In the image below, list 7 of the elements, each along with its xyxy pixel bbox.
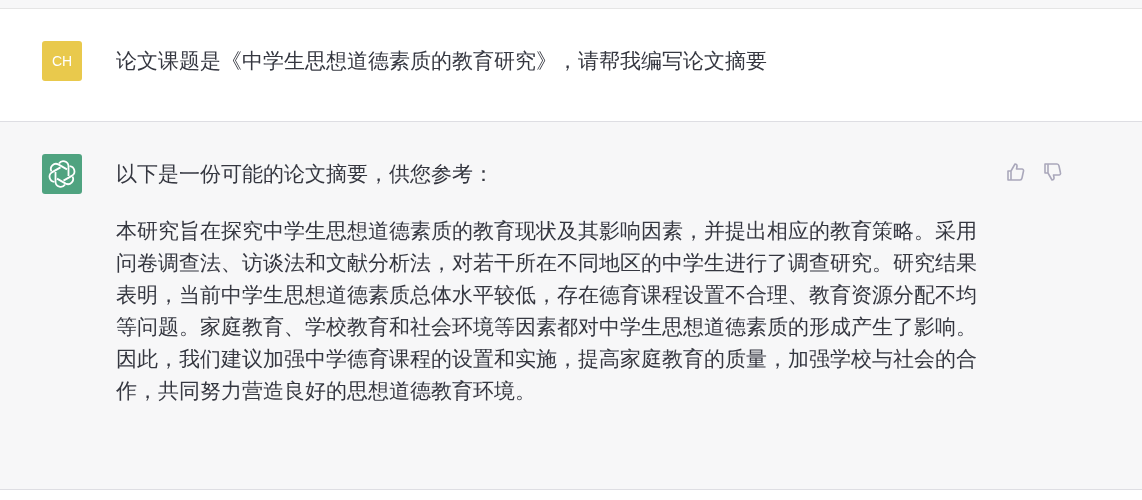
message-text: 本研究旨在探究中学生思想道德素质的教育现状及其影响因素，并提出相应的教育策略。采用问卷调查法、访谈法和文献分析法，对若干所在不同地区的中学生进行了调查研究。研究结果表明，当前中学生思想道德素质总体水平较低，存在德育课程设置不合理、教育资源分配不均等问题。家庭教育、学校教育和社会环境等因素都对中学生思想道德素质的形成产生了影响。因此，我们建议加强中学德育课程的设置和实施，提高家庭教育的质量，加强学校与社会的合作，共同努力营造良好的思想道德教育环境。 [116,218,978,405]
user-avatar: CH [42,41,82,81]
assistant-logo-icon [42,154,82,194]
message-text: 论文课题是《中学生思想道德素质的教育研究》，请帮我编写论文摘要 [116,48,768,75]
message-text: 以下是一份可能的论文摘要，供您参考： [116,161,495,188]
thumbs-up-icon[interactable] [1006,162,1026,182]
thumbs-down-icon[interactable] [1043,162,1063,182]
